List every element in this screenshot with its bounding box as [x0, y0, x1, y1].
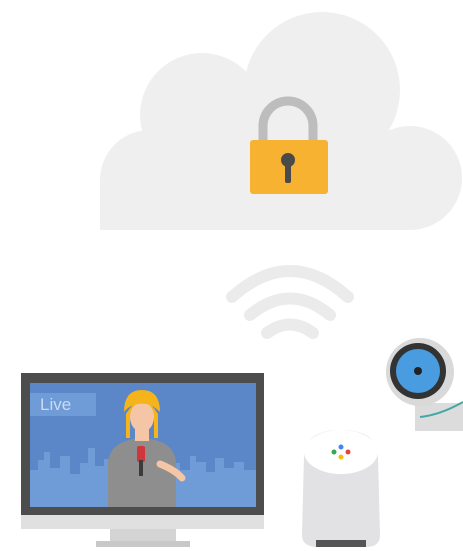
live-badge: Live: [30, 393, 96, 416]
smart-speaker-icon: [302, 430, 380, 547]
cloud-icon: [100, 12, 462, 230]
scene-svg: [21, 12, 463, 547]
wifi-icon: [226, 265, 354, 339]
security-camera-icon: [386, 338, 463, 431]
illustration: Live: [0, 0, 463, 547]
